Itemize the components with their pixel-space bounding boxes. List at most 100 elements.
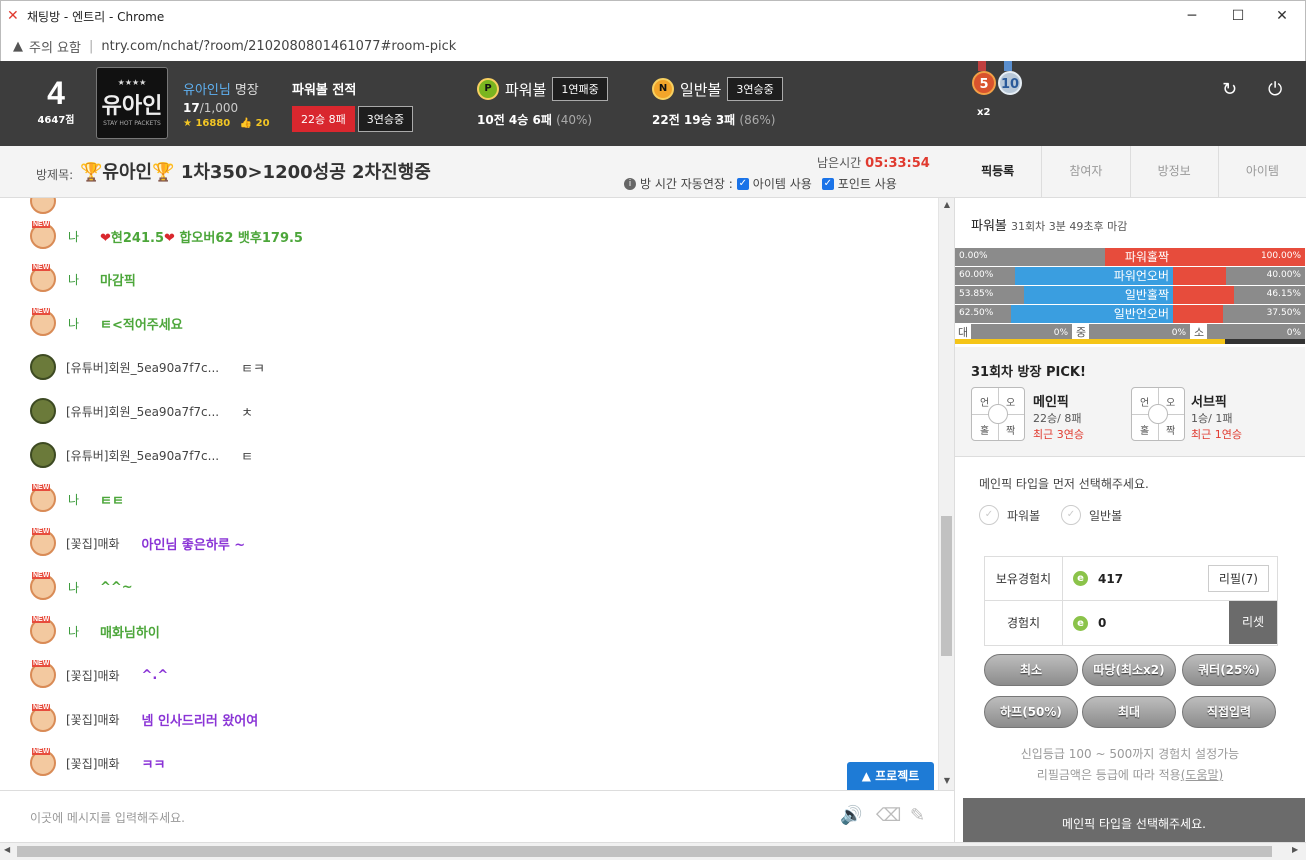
horizontal-scrollbar[interactable]: ◀ ▶: [0, 842, 1306, 860]
security-warning[interactable]: 주의 요함: [29, 37, 81, 56]
submit-pick-button[interactable]: 메인픽 타입을 선택해주세요.: [963, 798, 1305, 842]
avatar[interactable]: ★★★★ 유아인 STAY HOT PACKETS: [96, 67, 168, 139]
help-link[interactable]: (도움말): [1181, 768, 1223, 782]
pick-guide: 메인픽 타입을 먼저 선택해주세요.: [979, 477, 1149, 491]
exp-input[interactable]: 0: [1098, 616, 1106, 630]
url-text[interactable]: ntry.com/nchat/?room/2102080801461077#ro…: [101, 39, 456, 54]
avatar[interactable]: NEW: [30, 264, 56, 292]
message-nick[interactable]: [유튜버]회원_5ea90a7f7c...: [66, 359, 219, 376]
message-nick[interactable]: [꽃집]매화: [66, 667, 120, 684]
picker-over: 오: [1166, 398, 1176, 409]
level-number: 4: [47, 75, 65, 111]
message-nick[interactable]: [유튜버]회원_5ea90a7f7c...: [66, 447, 219, 464]
stat-row: 62.50% 일반언오버 37.50%: [955, 305, 1305, 323]
message-nick[interactable]: [꽃집]매화: [66, 755, 120, 772]
message-text: ㅌㅋ: [241, 361, 266, 377]
bet-min-button[interactable]: 최소: [984, 654, 1078, 686]
avatar[interactable]: NEW: [30, 198, 56, 214]
bet-quarter-button[interactable]: 쿼터(25%): [1182, 654, 1276, 686]
avatar[interactable]: NEW: [30, 748, 56, 776]
tab-room-info[interactable]: 방정보: [1129, 146, 1218, 198]
radio-label: 일반볼: [1089, 508, 1123, 523]
avatar[interactable]: NEW: [30, 528, 56, 556]
magic-wand-icon[interactable]: ✎: [910, 805, 925, 826]
avatar[interactable]: [30, 398, 56, 424]
message-nick[interactable]: 나: [68, 491, 88, 508]
message-nick[interactable]: [유튜버]회원_5ea90a7f7c...: [66, 403, 219, 420]
avatar[interactable]: NEW: [30, 308, 56, 336]
powerball-streak: 1연패중: [552, 77, 608, 101]
chat-scrollbar[interactable]: ▲ ▼: [938, 198, 954, 790]
normalball-pct: (86%): [739, 113, 776, 127]
message-nick[interactable]: 나: [68, 228, 88, 245]
remaining-time: 남은시간 05:33:54: [817, 154, 930, 171]
bet-max-button[interactable]: 최대: [1082, 696, 1176, 728]
main-pick-record: 22승/ 8패: [1033, 412, 1082, 425]
message-nick[interactable]: [꽃집]매화: [66, 535, 120, 552]
refresh-icon[interactable]: ↻: [1222, 79, 1237, 100]
scroll-down-icon[interactable]: ▼: [939, 776, 955, 785]
list-item: NEW 나 ^^~: [30, 572, 133, 602]
stat-left-value: 0.00%: [959, 251, 988, 261]
message-nick[interactable]: 나: [68, 271, 88, 288]
eraser-icon[interactable]: ⌫: [876, 805, 901, 826]
power-icon[interactable]: ⏻: [1268, 79, 1282, 100]
refill-button[interactable]: 리필(7): [1207, 565, 1269, 592]
maximize-button[interactable]: ☐: [1215, 1, 1261, 32]
close-button[interactable]: ✕: [1259, 1, 1305, 32]
avatar[interactable]: NEW: [30, 704, 56, 732]
scrollbar-thumb[interactable]: [941, 516, 952, 656]
avatar[interactable]: NEW: [30, 484, 56, 512]
point-use-checkbox[interactable]: ✓: [821, 177, 834, 190]
message-nick[interactable]: 나: [68, 579, 88, 596]
round-game: 파워볼: [971, 219, 1007, 234]
avatar-stars: ★★★★: [117, 78, 147, 87]
check-icon: ✓: [979, 505, 999, 525]
avatar[interactable]: [30, 442, 56, 468]
speaker-icon[interactable]: 🔊: [840, 805, 862, 826]
user-count: 17: [183, 101, 200, 115]
minimize-button[interactable]: ─: [1169, 1, 1215, 32]
user-name[interactable]: 유아인님: [183, 83, 231, 98]
radio-normalball[interactable]: ✓ 일반볼: [1061, 505, 1122, 525]
stat-label: 일반언오버: [1105, 305, 1173, 323]
scroll-right-icon[interactable]: ▶: [1292, 845, 1298, 854]
chat-input[interactable]: 이곳에 메시지를 입력해주세요.: [30, 809, 185, 826]
bet-half-button[interactable]: 하프(50%): [984, 696, 1078, 728]
avatar[interactable]: NEW: [30, 660, 56, 688]
stat-right-value: 100.00%: [1260, 251, 1301, 261]
hscroll-thumb[interactable]: [17, 846, 1272, 857]
level-points: 4647점: [37, 115, 75, 126]
tab-participants[interactable]: 참여자: [1041, 146, 1129, 198]
address-bar[interactable]: ▲ 주의 요함 | ntry.com/nchat/?room/210208080…: [0, 31, 1306, 61]
stat-row: 60.00% 파워언오버 40.00%: [955, 267, 1305, 285]
room-bar: 방제목: 🏆유아인🏆 1차350>1200성공 2차진행중 남은시간 05:33:…: [0, 146, 1306, 198]
avatar[interactable]: [30, 354, 56, 380]
scroll-up-icon[interactable]: ▲: [939, 200, 955, 209]
stat-label: 파워홀짝: [1105, 248, 1173, 266]
heart-icon: ❤: [100, 230, 111, 246]
stat-right-value: 40.00%: [1266, 270, 1301, 280]
stat-right-bar: [1173, 267, 1226, 285]
chat-list[interactable]: NEW NEW 나 ❤현241.5❤ 합오버62 뱃후179.5 NEW 나 마…: [0, 198, 938, 790]
message-nick[interactable]: [꽃집]매화: [66, 711, 120, 728]
radio-powerball[interactable]: ✓ 파워볼: [979, 505, 1040, 525]
tab-items[interactable]: 아이템: [1217, 146, 1306, 198]
avatar[interactable]: NEW: [30, 221, 56, 249]
remaining-time-label: 남은시간: [817, 156, 862, 170]
stat-right-value: 46.15%: [1266, 289, 1301, 299]
reset-button[interactable]: 리셋: [1229, 601, 1277, 644]
tab-pick-register[interactable]: 픽등록: [954, 146, 1041, 198]
avatar[interactable]: NEW: [30, 572, 56, 600]
scroll-left-icon[interactable]: ◀: [4, 845, 10, 854]
avatar[interactable]: NEW: [30, 616, 56, 644]
refill-note: 리필금액은 등급에 따라 적용(도움말): [955, 766, 1305, 783]
project-button[interactable]: ▲ 프로젝트: [847, 762, 934, 790]
room-title-name: 유아인: [102, 162, 153, 183]
bet-custom-button[interactable]: 직접입력: [1182, 696, 1276, 728]
message-nick[interactable]: 나: [68, 623, 88, 640]
bet-double-min-button[interactable]: 따당(최소x2): [1082, 654, 1176, 686]
room-options: i 방 시간 자동연장 : ✓ 아이템 사용 ✓ 포인트 사용: [624, 175, 897, 192]
message-nick[interactable]: 나: [68, 315, 88, 332]
item-use-checkbox[interactable]: ✓: [736, 177, 749, 190]
